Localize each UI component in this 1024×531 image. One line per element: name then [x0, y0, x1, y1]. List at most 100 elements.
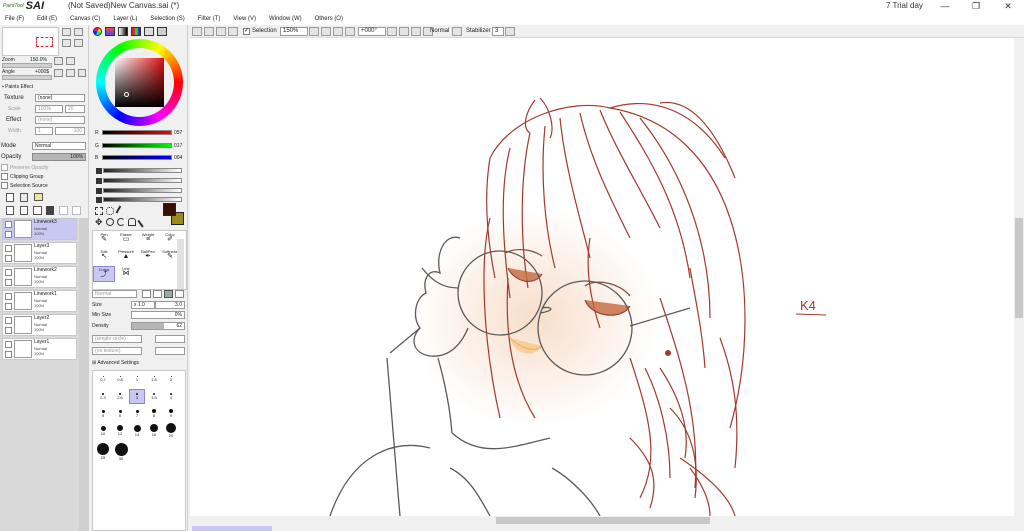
layer-list-scrollbar[interactable]: [79, 218, 88, 531]
brush-mode-dropdown[interactable]: Normal: [92, 290, 137, 298]
brush-size-cell[interactable]: 20: [163, 423, 179, 441]
menu-filter[interactable]: Filter (T): [198, 16, 221, 22]
brush-size-cell[interactable]: 14: [129, 424, 145, 441]
brush-texture-dropdown[interactable]: (no texture): [92, 347, 142, 355]
eye-icon[interactable]: [5, 341, 12, 348]
layer-lock-box[interactable]: [5, 303, 12, 310]
canvas-tab[interactable]: [192, 526, 272, 531]
menu-others[interactable]: Others (O): [315, 16, 343, 22]
navigator-view-rect[interactable]: [36, 37, 53, 47]
gray-slider-3[interactable]: [103, 188, 182, 193]
toolbar-rotate-left[interactable]: [387, 27, 397, 36]
brush-size-cell[interactable]: 1: [129, 373, 145, 388]
eye-icon[interactable]: [5, 221, 12, 228]
tool-curve[interactable]: Curve ⤴: [93, 266, 115, 282]
toolbar-zoom-fit[interactable]: [333, 27, 343, 36]
lasso-icon[interactable]: [106, 207, 114, 215]
brush-size-cell[interactable]: 25: [94, 443, 112, 463]
vertical-scrollbar[interactable]: [1014, 38, 1024, 516]
clear-layer-icon[interactable]: [33, 206, 42, 215]
color-wheel-mode-icon[interactable]: [93, 27, 102, 36]
tool-line[interactable]: Line ⋈: [115, 266, 137, 282]
brush-size-cell[interactable]: 1.5: [146, 373, 162, 388]
merge-down-icon[interactable]: [20, 206, 28, 215]
brush-size-cell[interactable]: 4: [163, 390, 179, 405]
layer-item[interactable]: Linework3 Normal 100%: [2, 218, 77, 240]
color-wheel[interactable]: [96, 39, 183, 126]
brush-size-cell[interactable]: 0.8: [112, 373, 128, 388]
zoom-fit-icon[interactable]: [62, 39, 71, 47]
menu-file[interactable]: File (F): [5, 16, 24, 22]
edge-hard-icon[interactable]: [142, 290, 151, 298]
brush-size-cell[interactable]: 6: [112, 407, 128, 422]
select-rect-icon[interactable]: [95, 207, 103, 215]
new-linework-layer-icon[interactable]: [20, 193, 28, 202]
swatches-mode-icon[interactable]: [131, 27, 141, 36]
view-mode-button[interactable]: [452, 27, 462, 36]
layer-item[interactable]: Layer2 Normal 100%: [2, 314, 77, 336]
min-size-slider[interactable]: 0%: [131, 311, 185, 319]
effect-dropdown[interactable]: (none): [35, 116, 85, 124]
delete-layer-icon[interactable]: [46, 206, 54, 215]
zoom-minus-icon[interactable]: [54, 57, 63, 65]
toolbar-zoom-plus[interactable]: [321, 27, 331, 36]
brush-size-cell[interactable]: 3.5: [146, 390, 162, 405]
maximize-button[interactable]: ❐: [966, 0, 986, 13]
new-folder-icon[interactable]: [34, 193, 43, 201]
swatch-dark-3[interactable]: [96, 188, 102, 194]
edge-soft-icon[interactable]: [164, 290, 173, 298]
horizontal-scroll-thumb[interactable]: [496, 517, 710, 524]
scratchpad-mode-icon[interactable]: [144, 27, 154, 36]
tool-pen[interactable]: Pen ✎: [93, 232, 115, 248]
new-layer-icon[interactable]: [6, 193, 14, 202]
brush-size-cell[interactable]: 16: [146, 424, 162, 441]
eye-icon[interactable]: [5, 245, 12, 252]
toolbar-zoom-minus[interactable]: [309, 27, 319, 36]
rotation-dropdown[interactable]: +000°: [358, 27, 386, 36]
stabilizer-button[interactable]: [505, 27, 515, 36]
brush-texture-strength[interactable]: [155, 347, 185, 355]
size-slider[interactable]: 3.0: [155, 301, 185, 309]
toolbar-zoom-reset[interactable]: [345, 27, 355, 36]
clipping-group-checkbox[interactable]: [1, 173, 8, 180]
stabilizer-dropdown[interactable]: 3: [492, 27, 504, 36]
layer-lock-box[interactable]: [5, 351, 12, 358]
gray-slider-2[interactable]: [103, 178, 182, 183]
brush-size-cell[interactable]: 2.6: [112, 390, 128, 405]
navigator-preview[interactable]: [2, 27, 59, 56]
texture-strength-field[interactable]: 20: [65, 105, 85, 113]
zoom-reset-icon[interactable]: [74, 39, 83, 47]
rotate-tool-icon[interactable]: [117, 218, 125, 226]
toolbar-btn-3[interactable]: [216, 27, 226, 36]
blend-mode-dropdown[interactable]: Normal: [32, 142, 86, 150]
eye-icon[interactable]: [5, 293, 12, 300]
tool-edit[interactable]: Edit ↖: [93, 249, 115, 265]
layer-item[interactable]: Layer1 Normal 100%: [2, 338, 77, 360]
texture-dropdown[interactable]: (none): [35, 94, 85, 102]
menu-layer[interactable]: Layer (L): [113, 16, 137, 22]
edge-medium-icon[interactable]: [153, 290, 162, 298]
layer-lock-box[interactable]: [5, 279, 12, 286]
menu-selection[interactable]: Selection (S): [150, 16, 184, 22]
gray-slider-4[interactable]: [103, 197, 182, 202]
gray-slider-1[interactable]: [103, 168, 182, 173]
brush-size-cell[interactable]: 30: [112, 443, 130, 463]
green-slider[interactable]: [102, 143, 172, 148]
effect-strength-field[interactable]: 100: [55, 127, 85, 135]
layer-item[interactable]: Linework2 Normal 100%: [2, 266, 77, 288]
angle-slider[interactable]: [2, 75, 52, 80]
blue-slider[interactable]: [102, 155, 172, 160]
swatch-dark-2[interactable]: [96, 178, 102, 184]
brush-size-cell-selected[interactable]: 3: [129, 389, 145, 404]
toolbar-btn-4[interactable]: [228, 27, 238, 36]
brush-size-cell[interactable]: 12: [112, 424, 128, 441]
red-slider[interactable]: [102, 130, 172, 135]
close-button[interactable]: ✕: [998, 0, 1018, 13]
saturation-value-box[interactable]: [115, 58, 164, 107]
tool-weight[interactable]: Weight ≡: [137, 232, 159, 248]
edge-softest-icon[interactable]: [175, 290, 184, 298]
minimize-button[interactable]: —: [935, 0, 955, 13]
brush-size-cell[interactable]: 10: [95, 424, 111, 441]
hand-tool-icon[interactable]: [128, 218, 136, 226]
brush-size-cell[interactable]: 2.3: [95, 390, 111, 405]
